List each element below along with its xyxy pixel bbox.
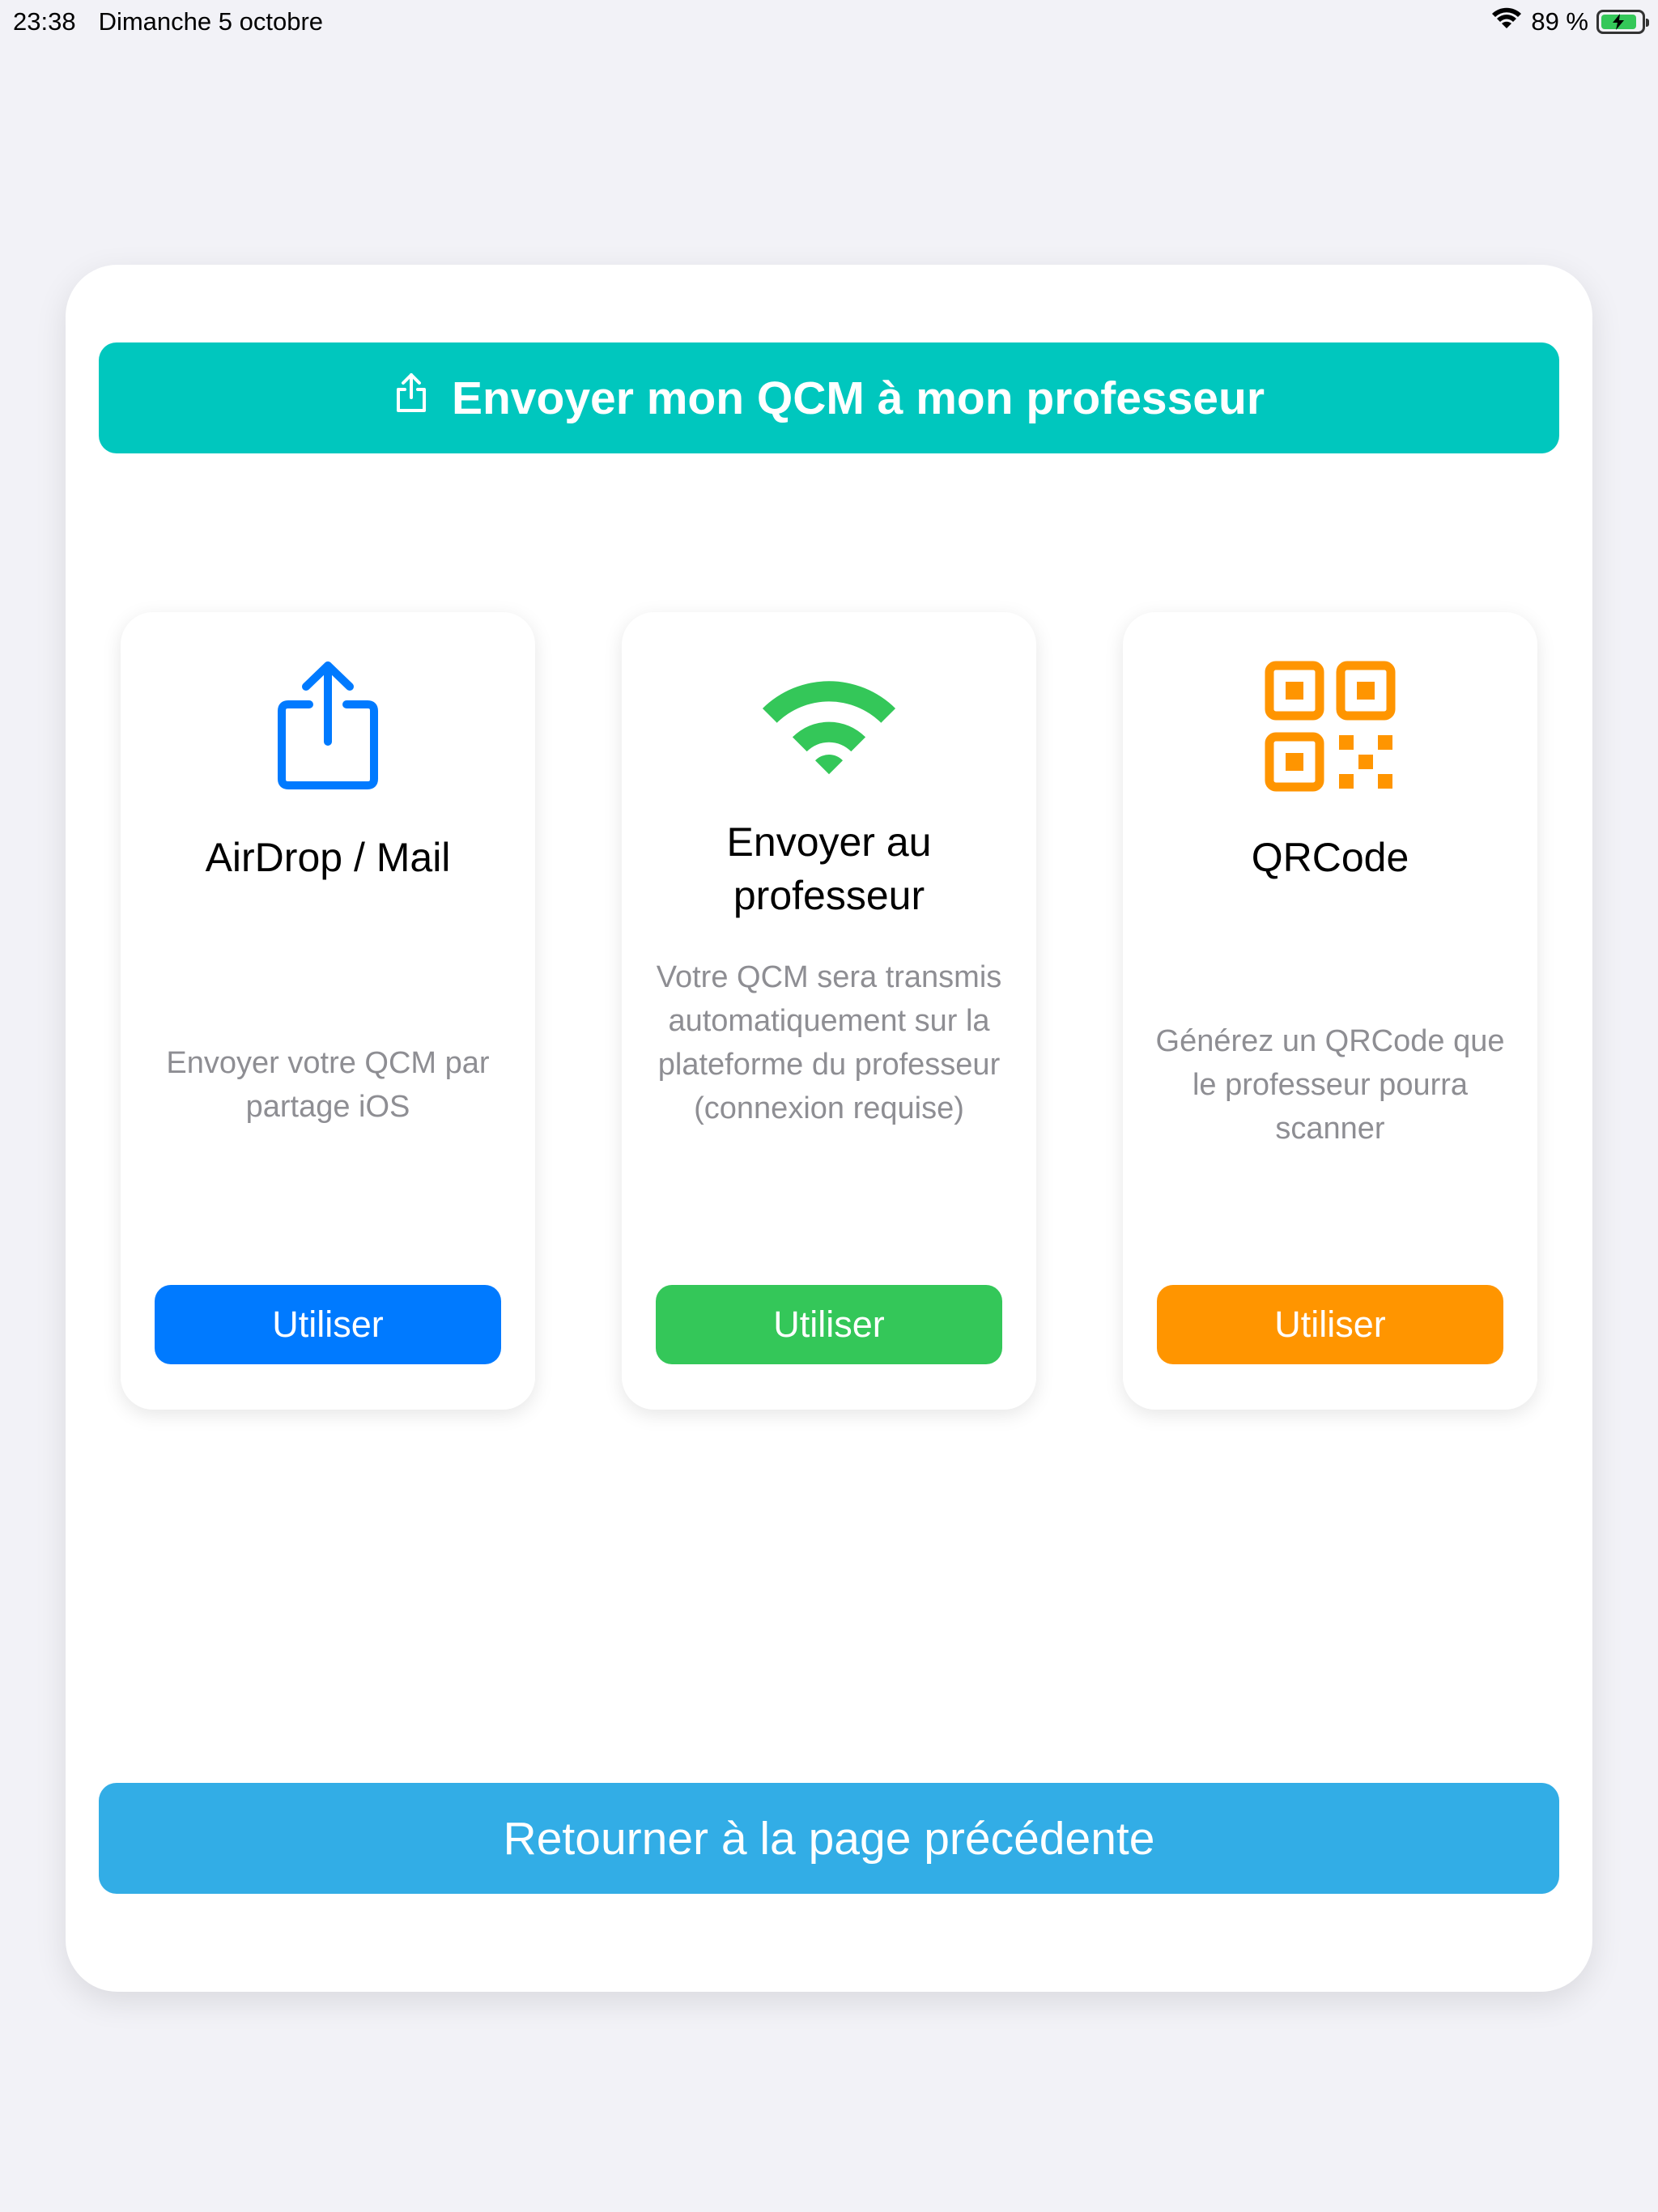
battery-percentage: 89 % (1531, 7, 1588, 36)
battery-fill (1601, 14, 1636, 30)
option-title: QRCode (1251, 835, 1409, 880)
option-description: Générez un QRCode que le professeur pour… (1155, 1024, 1505, 1146)
send-header-button[interactable]: Envoyer mon QCM à mon professeur (99, 342, 1559, 453)
status-time: 23:38 (13, 7, 76, 36)
use-qrcode-button[interactable]: Utiliser (1157, 1285, 1503, 1364)
status-left: 23:38 Dimanche 5 octobre (13, 7, 323, 36)
use-airdrop-button[interactable]: Utiliser (155, 1285, 501, 1364)
share-icon (259, 657, 397, 795)
qrcode-icon (1261, 657, 1399, 795)
back-button[interactable]: Retourner à la page précédente (99, 1783, 1559, 1894)
share-icon (393, 372, 429, 425)
wifi-icon (760, 657, 898, 795)
option-description: Envoyer votre QCM par partage iOS (166, 1046, 490, 1124)
status-date: Dimanche 5 octobre (98, 7, 324, 36)
wifi-icon (1490, 6, 1523, 37)
status-bar: 23:38 Dimanche 5 octobre 89 % (0, 0, 1658, 44)
option-card-airdrop: AirDrop / Mail Envoyer votre QCM par par… (121, 612, 535, 1410)
option-title: Envoyer au professeur (726, 819, 932, 918)
option-title: AirDrop / Mail (205, 835, 451, 880)
send-options: AirDrop / Mail Envoyer votre QCM par par… (121, 612, 1537, 1410)
battery-charging-icon (1596, 10, 1649, 34)
option-card-teacher: Envoyer au professeur Votre QCM sera tra… (622, 612, 1036, 1410)
use-teacher-button[interactable]: Utiliser (656, 1285, 1002, 1364)
option-description: Votre QCM sera transmis automatiquement … (656, 960, 1002, 1125)
option-card-qrcode: QRCode Générez un QRCode que le professe… (1123, 612, 1537, 1410)
status-right: 89 % (1490, 6, 1649, 37)
send-panel: Envoyer mon QCM à mon professeur AirDrop… (66, 265, 1592, 1992)
send-header-label: Envoyer mon QCM à mon professeur (451, 372, 1265, 424)
